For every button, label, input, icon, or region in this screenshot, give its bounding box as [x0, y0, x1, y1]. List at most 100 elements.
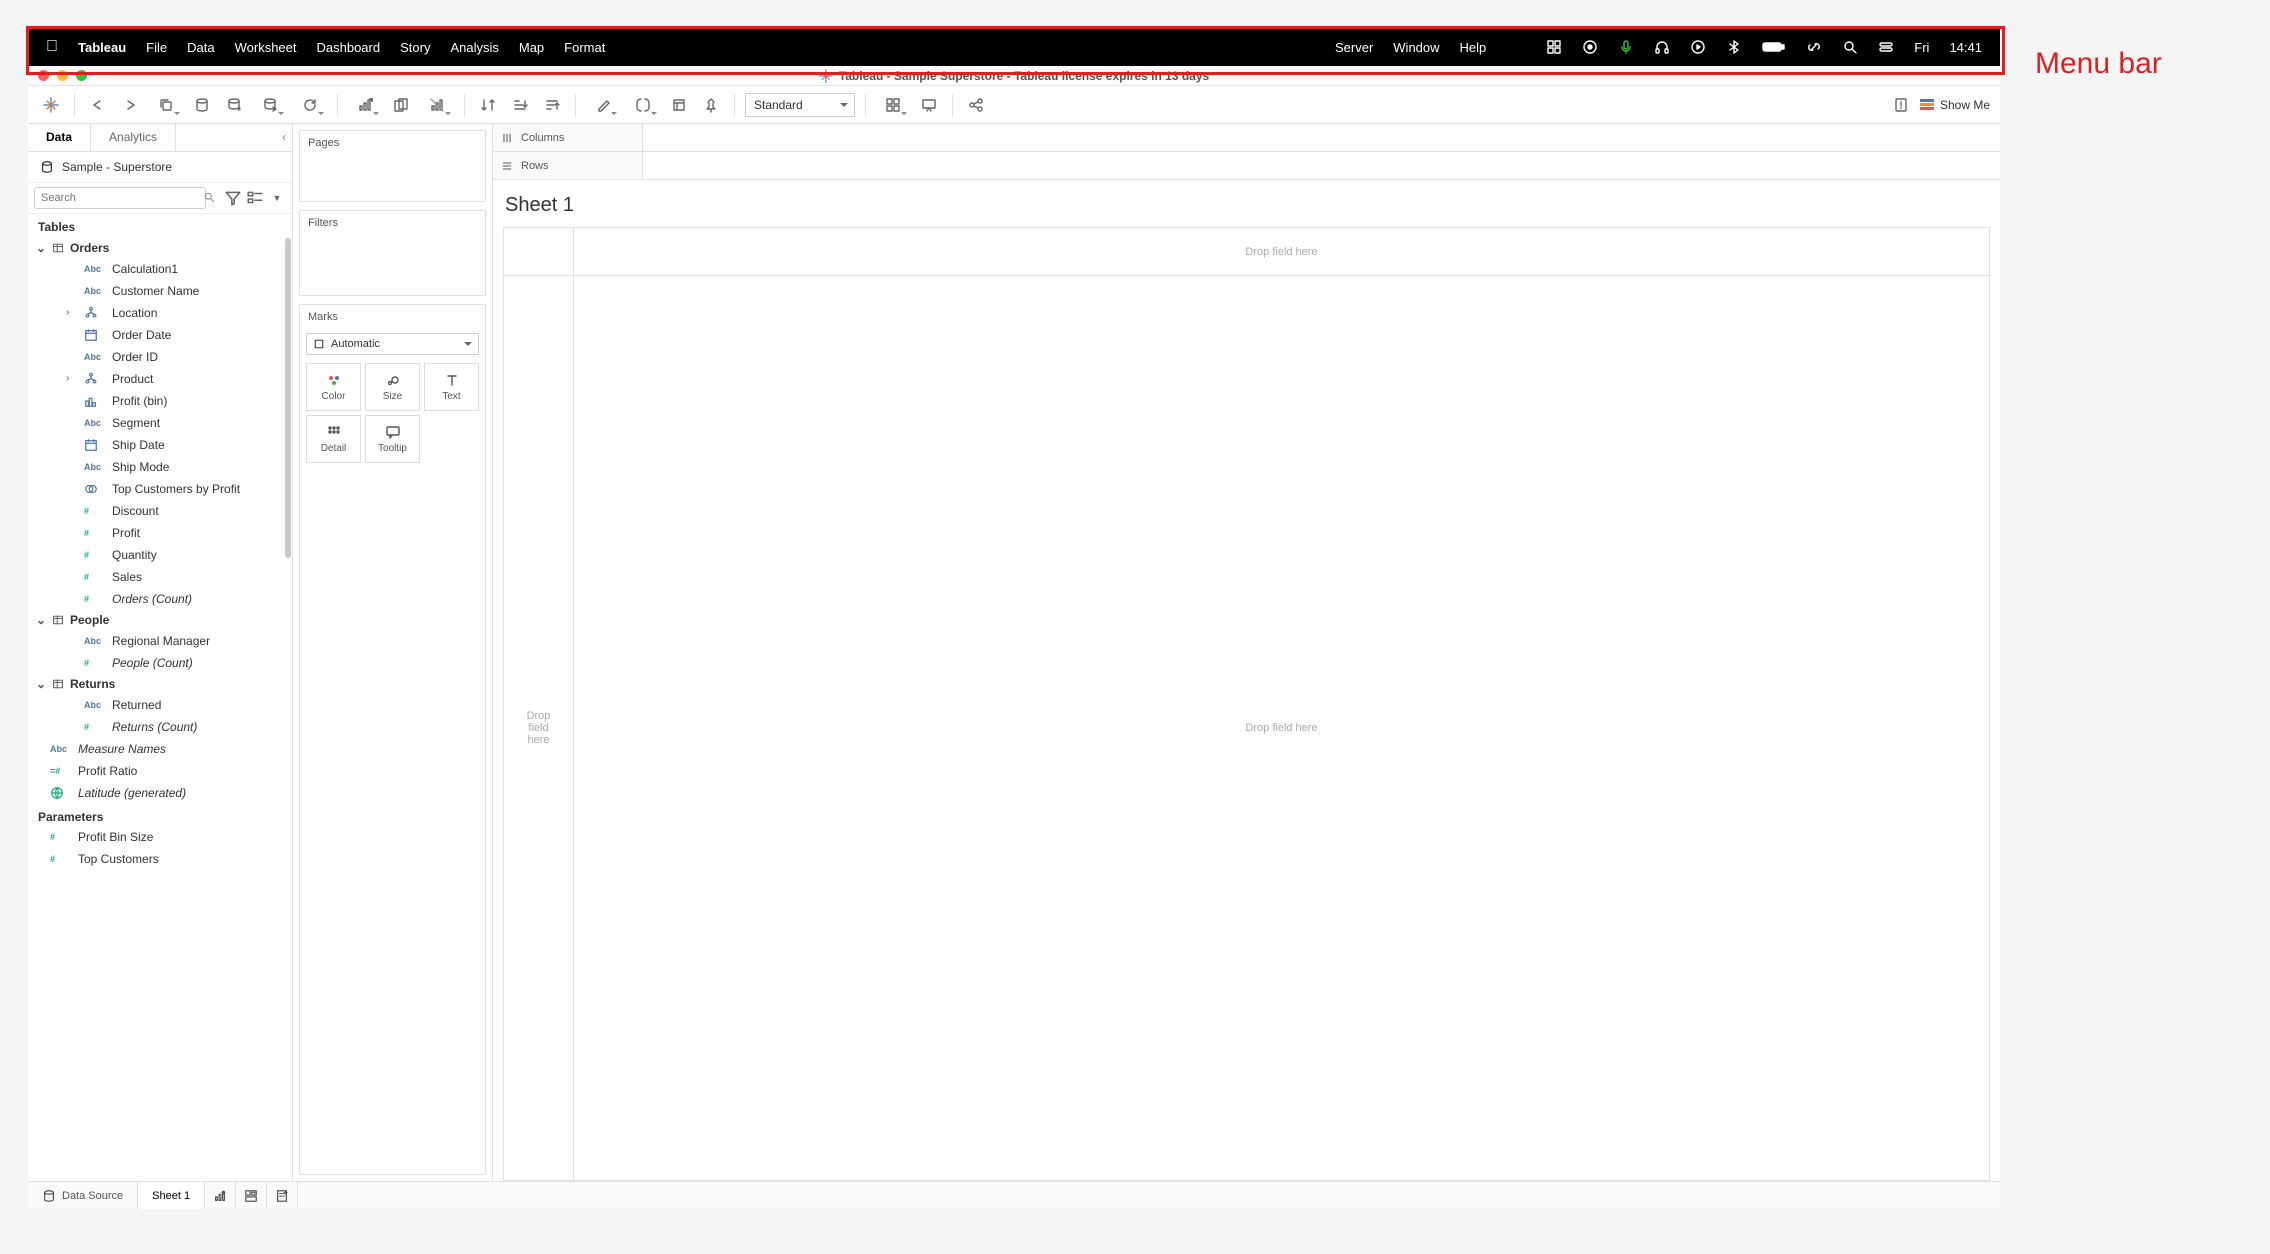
- field-item[interactable]: AbcOrder ID: [28, 346, 292, 368]
- group-button[interactable]: [626, 92, 660, 118]
- view-fields-button[interactable]: [246, 189, 264, 207]
- menu-dashboard[interactable]: Dashboard: [317, 40, 381, 55]
- field-item[interactable]: #Profit: [28, 522, 292, 544]
- rows-shelf[interactable]: Rows: [493, 152, 2000, 180]
- collapse-pane-button[interactable]: ‹: [282, 130, 286, 144]
- status-link-icon[interactable]: [1806, 39, 1822, 55]
- save-button[interactable]: [149, 92, 183, 118]
- status-search-icon[interactable]: [1842, 39, 1858, 55]
- status-battery-icon[interactable]: [1762, 39, 1786, 55]
- menu-format[interactable]: Format: [564, 40, 605, 55]
- status-bluetooth-icon[interactable]: [1726, 39, 1742, 55]
- app-menu[interactable]: Tableau: [78, 40, 126, 55]
- sheet-title[interactable]: Sheet 1: [503, 188, 1990, 227]
- pause-auto-updates-button[interactable]: [221, 92, 247, 118]
- data-guide-button[interactable]: [1888, 92, 1914, 118]
- field-item[interactable]: #People (Count): [28, 652, 292, 674]
- pages-shelf[interactable]: Pages: [299, 130, 486, 202]
- field-item[interactable]: Order Date: [28, 324, 292, 346]
- redo-button[interactable]: [117, 92, 143, 118]
- field-item[interactable]: AbcMeasure Names: [28, 738, 292, 760]
- clock-day[interactable]: Fri: [1914, 40, 1929, 55]
- text-mark-button[interactable]: Text: [424, 363, 479, 411]
- tooltip-mark-button[interactable]: Tooltip: [365, 415, 420, 463]
- field-item[interactable]: #Quantity: [28, 544, 292, 566]
- filter-fields-button[interactable]: [224, 189, 242, 207]
- minimize-window-button[interactable]: [57, 70, 68, 81]
- data-tab[interactable]: Data: [28, 124, 91, 151]
- parameter-item[interactable]: #Profit Bin Size: [28, 826, 292, 848]
- menu-analysis[interactable]: Analysis: [450, 40, 498, 55]
- status-puzzle-icon[interactable]: [1546, 39, 1562, 55]
- menu-window[interactable]: Window: [1393, 40, 1439, 55]
- status-play-icon[interactable]: [1690, 39, 1706, 55]
- share-button[interactable]: [963, 92, 989, 118]
- run-update-button[interactable]: [253, 92, 287, 118]
- menu-data[interactable]: Data: [187, 40, 214, 55]
- presentation-mode-button[interactable]: [916, 92, 942, 118]
- table-header[interactable]: ⌄Orders: [28, 238, 292, 258]
- undo-button[interactable]: [85, 92, 111, 118]
- field-item[interactable]: AbcCalculation1: [28, 258, 292, 280]
- field-item[interactable]: ›Location: [28, 302, 292, 324]
- field-item[interactable]: AbcSegment: [28, 412, 292, 434]
- swap-rows-columns-button[interactable]: [475, 92, 501, 118]
- search-input[interactable]: [34, 187, 206, 209]
- highlight-button[interactable]: [586, 92, 620, 118]
- field-item[interactable]: #Sales: [28, 566, 292, 588]
- marks-type-dropdown[interactable]: Automatic: [306, 333, 479, 355]
- table-header[interactable]: ⌄Returns: [28, 674, 292, 694]
- parameter-item[interactable]: #Top Customers: [28, 848, 292, 870]
- field-item[interactable]: #Discount: [28, 500, 292, 522]
- size-mark-button[interactable]: Size: [365, 363, 420, 411]
- field-item[interactable]: Ship Date: [28, 434, 292, 456]
- new-worksheet-tab[interactable]: [205, 1182, 236, 1209]
- sheet-1-tab[interactable]: Sheet 1: [138, 1182, 205, 1209]
- status-control-center-icon[interactable]: [1878, 39, 1894, 55]
- field-item[interactable]: =#Profit Ratio: [28, 760, 292, 782]
- field-item[interactable]: Top Customers by Profit: [28, 478, 292, 500]
- show-me-button[interactable]: Show Me: [1920, 98, 1990, 112]
- menu-worksheet[interactable]: Worksheet: [235, 40, 297, 55]
- fit-dropdown[interactable]: Standard: [745, 93, 855, 117]
- zoom-window-button[interactable]: [76, 70, 87, 81]
- field-item[interactable]: ›Product: [28, 368, 292, 390]
- sort-descending-button[interactable]: [539, 92, 565, 118]
- clock-time[interactable]: 14:41: [1949, 40, 1982, 55]
- new-datasource-button[interactable]: [189, 92, 215, 118]
- viz-canvas[interactable]: Drop field here Drop field here Drop fie…: [503, 227, 1990, 1181]
- new-dashboard-tab[interactable]: [236, 1182, 267, 1209]
- pin-axis-button[interactable]: [698, 92, 724, 118]
- menu-story[interactable]: Story: [400, 40, 430, 55]
- columns-shelf[interactable]: Columns: [493, 124, 2000, 152]
- analytics-tab[interactable]: Analytics: [91, 124, 176, 151]
- menu-server[interactable]: Server: [1335, 40, 1373, 55]
- field-item[interactable]: AbcCustomer Name: [28, 280, 292, 302]
- field-item[interactable]: AbcRegional Manager: [28, 630, 292, 652]
- status-mic-icon[interactable]: [1618, 39, 1634, 55]
- filters-shelf[interactable]: Filters: [299, 210, 486, 296]
- field-item[interactable]: AbcReturned: [28, 694, 292, 716]
- menu-map[interactable]: Map: [519, 40, 544, 55]
- detail-mark-button[interactable]: Detail: [306, 415, 361, 463]
- duplicate-sheet-button[interactable]: [388, 92, 414, 118]
- field-item[interactable]: #Orders (Count): [28, 588, 292, 610]
- status-headphones-icon[interactable]: [1654, 39, 1670, 55]
- apple-logo-icon[interactable]: : [46, 38, 58, 56]
- datasource-tab[interactable]: Data Source: [28, 1182, 138, 1209]
- field-item[interactable]: Latitude (generated): [28, 782, 292, 804]
- tableau-home-button[interactable]: [38, 92, 64, 118]
- show-mark-labels-button[interactable]: [666, 92, 692, 118]
- clear-sheet-button[interactable]: [420, 92, 454, 118]
- close-window-button[interactable]: [38, 70, 49, 81]
- field-item[interactable]: Profit (bin): [28, 390, 292, 412]
- field-item[interactable]: #Returns (Count): [28, 716, 292, 738]
- status-record-icon[interactable]: [1582, 39, 1598, 55]
- scrollbar-thumb[interactable]: [285, 238, 291, 558]
- color-mark-button[interactable]: Color: [306, 363, 361, 411]
- table-header[interactable]: ⌄People: [28, 610, 292, 630]
- show-hide-cards-button[interactable]: [876, 92, 910, 118]
- datasource-row[interactable]: Sample - Superstore: [28, 152, 292, 183]
- menu-help[interactable]: Help: [1460, 40, 1487, 55]
- new-story-tab[interactable]: [267, 1182, 298, 1209]
